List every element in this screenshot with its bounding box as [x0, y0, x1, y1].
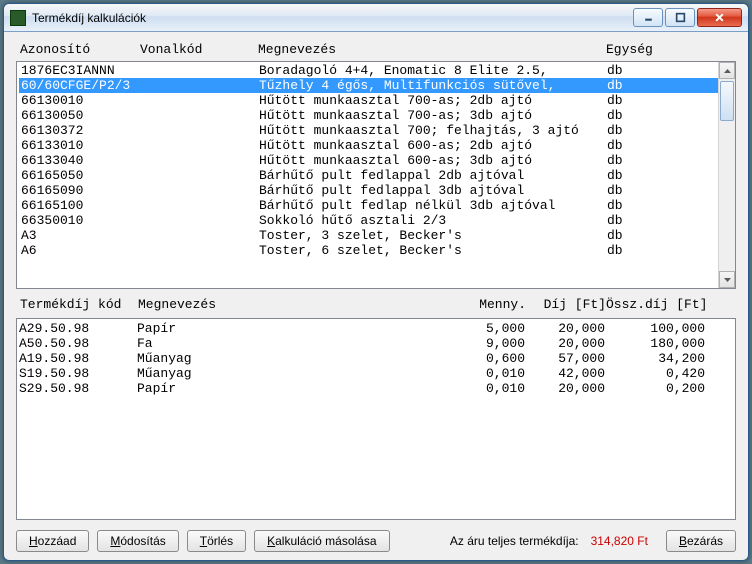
product-row[interactable]: 66130010Hűtött munkaasztal 700-as; 2db a… — [19, 93, 735, 108]
product-row[interactable]: 1876EC3IANNNBoradagoló 4+4, Enomatic 8 E… — [19, 63, 735, 78]
col-megnevezes-2: Megnevezés — [138, 297, 462, 312]
products-scrollbar[interactable] — [718, 62, 735, 288]
app-icon — [10, 10, 26, 26]
materials-header: Termékdíj kódMegnevezésMenny.Díj [Ft]Öss… — [16, 289, 736, 316]
window-title: Termékdíj kalkulációk — [32, 11, 633, 25]
material-row[interactable]: A50.50.98Fa9,00020,000180,000 — [19, 336, 733, 351]
products-header: AzonosítóVonalkódMegnevezésEgység — [16, 42, 736, 61]
window-controls — [633, 8, 742, 27]
close-button[interactable] — [697, 8, 742, 27]
material-row[interactable]: A29.50.98Papír5,00020,000100,000 — [19, 321, 733, 336]
product-row[interactable]: A3Toster, 3 szelet, Becker'sdb — [19, 228, 735, 243]
material-row[interactable]: S29.50.98Papír0,01020,0000,200 — [19, 381, 733, 396]
product-row[interactable]: 66130372Hűtött munkaasztal 700; felhajtá… — [19, 123, 735, 138]
copy-calc-button[interactable]: Kalkuláció másolása — [254, 530, 389, 552]
materials-listbox[interactable]: A29.50.98Papír5,00020,000100,000A50.50.9… — [16, 318, 736, 520]
product-row[interactable]: 66133040Hűtött munkaasztal 600-as; 3db a… — [19, 153, 735, 168]
minimize-button[interactable] — [633, 8, 663, 27]
material-row[interactable]: S19.50.98Műanyag0,01042,0000,420 — [19, 366, 733, 381]
col-azonosito: Azonosító — [20, 42, 140, 57]
total-label: Az áru teljes termékdíja: — [450, 534, 579, 548]
delete-button[interactable]: Törlés — [187, 530, 246, 552]
col-termekdij-kod: Termékdíj kód — [20, 297, 138, 312]
bottom-bar: Hozzáad Módosítás Törlés Kalkuláció máso… — [16, 520, 736, 552]
close-dialog-button[interactable]: Bezárás — [666, 530, 736, 552]
content-area: AzonosítóVonalkódMegnevezésEgység 1876EC… — [4, 32, 748, 560]
products-listbox[interactable]: 1876EC3IANNNBoradagoló 4+4, Enomatic 8 E… — [16, 61, 736, 289]
col-egyseg: Egység — [606, 42, 666, 57]
col-menny: Menny. — [462, 297, 526, 312]
product-row[interactable]: 66165100Bárhűtő pult fedlap nélkül 3db a… — [19, 198, 735, 213]
modify-button[interactable]: Módosítás — [97, 530, 178, 552]
col-vonalkod: Vonalkód — [140, 42, 258, 57]
product-row[interactable]: 66133010Hűtött munkaasztal 600-as; 2db a… — [19, 138, 735, 153]
app-window: Termékdíj kalkulációk AzonosítóVonalkódM… — [3, 3, 749, 561]
scroll-track[interactable] — [719, 79, 735, 271]
product-row[interactable]: 66165090Bárhűtő pult fedlappal 3db ajtóv… — [19, 183, 735, 198]
total-value: 314,820 Ft — [591, 534, 648, 548]
product-row[interactable]: 66165050Bárhűtő pult fedlappal 2db ajtóv… — [19, 168, 735, 183]
product-row[interactable]: 60/60CFGE/P2/3Tűzhely 4 égős, Multifunkc… — [19, 78, 735, 93]
titlebar[interactable]: Termékdíj kalkulációk — [4, 4, 748, 32]
col-megnevezes: Megnevezés — [258, 42, 606, 57]
scroll-up-button[interactable] — [719, 62, 735, 79]
add-button[interactable]: Hozzáad — [16, 530, 89, 552]
scroll-down-button[interactable] — [719, 271, 735, 288]
col-dij: Díj [Ft] — [526, 297, 606, 312]
product-row[interactable]: 66350010Sokkoló hűtő asztali 2/3db — [19, 213, 735, 228]
scroll-thumb[interactable] — [720, 81, 734, 121]
maximize-button[interactable] — [665, 8, 695, 27]
material-row[interactable]: A19.50.98Műanyag0,60057,00034,200 — [19, 351, 733, 366]
product-row[interactable]: 66130050Hűtött munkaasztal 700-as; 3db a… — [19, 108, 735, 123]
product-row[interactable]: A6Toster, 6 szelet, Becker'sdb — [19, 243, 735, 258]
col-ossz: Össz.díj [Ft] — [606, 297, 706, 312]
